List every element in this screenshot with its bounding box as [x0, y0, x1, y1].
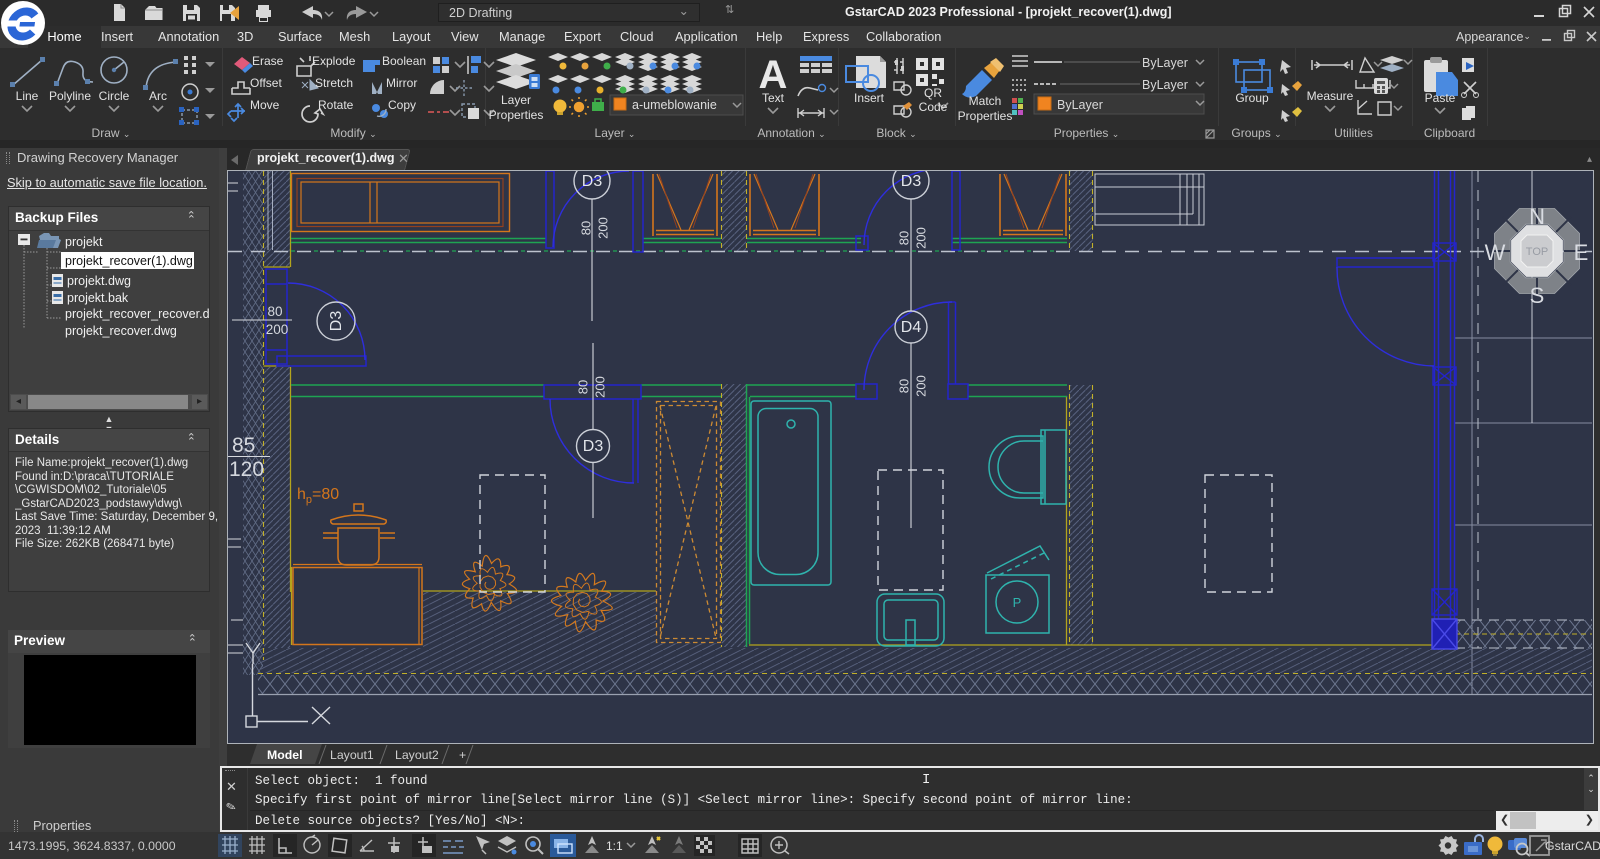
svg-text:Layer: Layer [501, 93, 531, 107]
svg-text:N: N [1529, 204, 1545, 229]
svg-text:1:1: 1:1 [606, 839, 623, 853]
svg-text:Arc: Arc [149, 89, 167, 103]
svg-text:D4: D4 [901, 319, 922, 336]
svg-text:TOP: TOP [1526, 246, 1548, 258]
svg-text:GstarCAD: GstarCAD [1545, 839, 1600, 853]
svg-text:a-umeblowanie: a-umeblowanie [632, 98, 717, 112]
svg-text:Match: Match [969, 94, 1002, 108]
svg-text:S: S [1530, 283, 1545, 308]
svg-text:projekt.dwg: projekt.dwg [67, 274, 131, 288]
svg-text:Text: Text [762, 91, 785, 105]
svg-text:projekt: projekt [65, 235, 103, 249]
svg-text:D3: D3 [582, 173, 603, 190]
svg-text:200: 200 [592, 376, 607, 398]
svg-text:P: P [1013, 595, 1022, 610]
svg-text:Properties: Properties [489, 108, 544, 122]
svg-text:Mirror: Mirror [386, 76, 417, 90]
svg-text:Layout2: Layout2 [395, 748, 439, 762]
svg-text:Line: Line [16, 89, 39, 103]
svg-text:Properties: Properties [958, 109, 1013, 123]
svg-text:80: 80 [267, 304, 282, 319]
svg-text:200: 200 [913, 375, 928, 397]
svg-text:Insert: Insert [854, 91, 885, 105]
svg-text:Layout1: Layout1 [330, 748, 374, 762]
svg-text:projekt_recover_recover.dwg: projekt_recover_recover.dwg [65, 307, 209, 321]
svg-text:Move: Move [250, 98, 280, 112]
svg-text:ByLayer: ByLayer [1142, 78, 1188, 92]
svg-text:D3: D3 [328, 311, 345, 332]
svg-text:Measure: Measure [1307, 89, 1354, 103]
svg-text:120: 120 [229, 458, 264, 481]
svg-text:Group: Group [1235, 91, 1269, 105]
svg-text:80: 80 [896, 231, 911, 245]
svg-text:Explode: Explode [312, 54, 356, 68]
svg-text:200: 200 [266, 322, 289, 337]
svg-text:Boolean: Boolean [382, 54, 426, 68]
svg-text:Code: Code [919, 100, 948, 114]
svg-text:D3: D3 [901, 173, 922, 190]
svg-text:Copy: Copy [388, 98, 416, 112]
svg-text:ByLayer: ByLayer [1057, 98, 1103, 112]
svg-text:Offset: Offset [250, 76, 282, 90]
svg-text:+: + [459, 748, 466, 762]
svg-text:Erase: Erase [252, 54, 284, 68]
svg-text:QR: QR [924, 86, 942, 100]
svg-text:80: 80 [578, 221, 593, 235]
svg-text:200: 200 [913, 227, 928, 249]
svg-text:D3: D3 [583, 438, 604, 455]
svg-text:Model: Model [267, 748, 303, 762]
svg-text:W: W [1485, 240, 1506, 265]
svg-text:projekt_recover.dwg: projekt_recover.dwg [65, 324, 177, 338]
svg-text:Polyline: Polyline [49, 89, 91, 103]
svg-text:projekt_recover(1).dwg: projekt_recover(1).dwg [65, 254, 193, 268]
svg-text:Rotate: Rotate [318, 98, 354, 112]
svg-text:ByLayer: ByLayer [1142, 56, 1188, 70]
svg-text:E: E [1574, 240, 1589, 265]
svg-text:200: 200 [595, 217, 610, 239]
svg-text:80: 80 [575, 380, 590, 394]
svg-text:Paste: Paste [1425, 91, 1456, 105]
svg-text:85: 85 [232, 434, 255, 457]
svg-text:Stretch: Stretch [315, 76, 353, 90]
svg-text:80: 80 [896, 379, 911, 393]
svg-text:projekt.bak: projekt.bak [67, 291, 129, 305]
svg-text:Circle: Circle [99, 89, 130, 103]
